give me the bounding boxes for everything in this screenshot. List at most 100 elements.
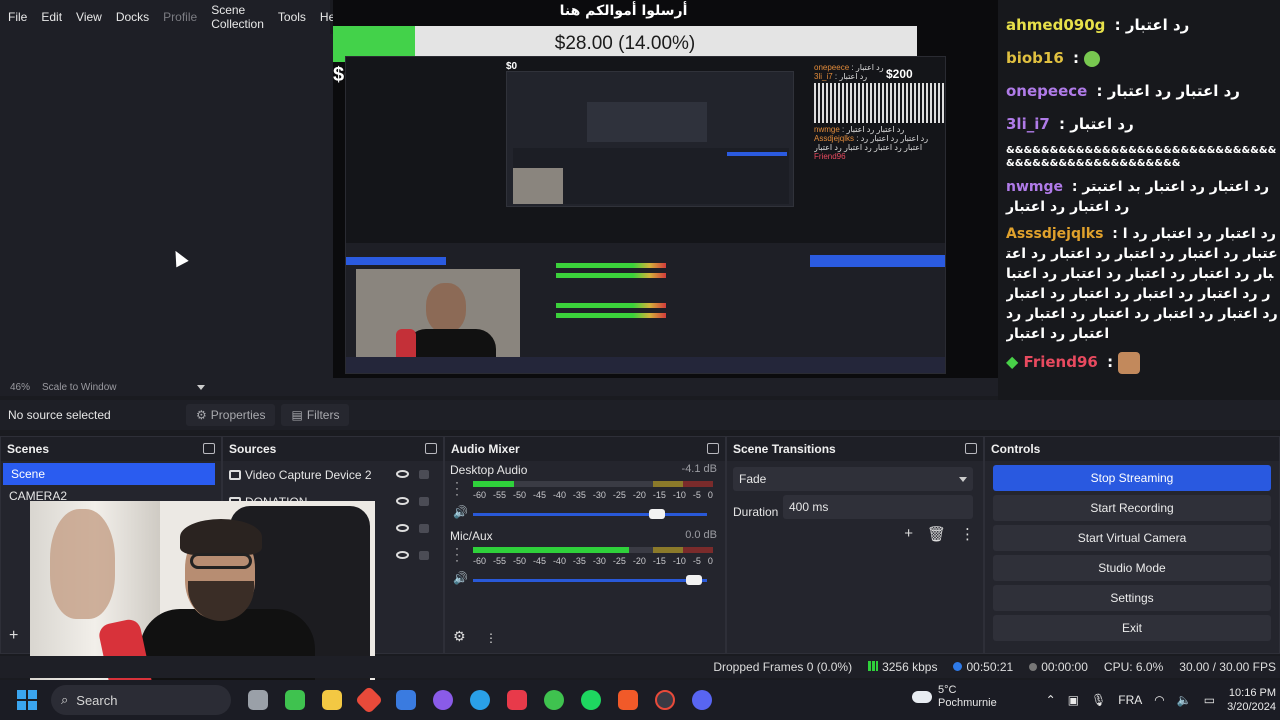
task-view-icon[interactable] xyxy=(248,690,268,710)
start-recording-button[interactable]: Start Recording xyxy=(993,495,1271,521)
bitrate: 3256 kbps xyxy=(882,660,938,674)
wps-icon[interactable] xyxy=(507,690,527,710)
duration-input[interactable]: 400 ms xyxy=(783,495,973,519)
kebab-menu-icon[interactable]: · · · xyxy=(455,542,459,566)
menu-edit[interactable]: Edit xyxy=(41,10,62,24)
lock-icon[interactable] xyxy=(419,470,429,479)
tick-label: -40 xyxy=(552,490,566,500)
chevron-up-icon[interactable]: ⌃ xyxy=(1046,693,1056,707)
duration-label: Duration xyxy=(733,505,779,519)
add-scene-icon[interactable]: + xyxy=(9,627,18,645)
microphone-tray-icon[interactable]: 🎙 xyxy=(1091,693,1106,707)
tick-label: -60 xyxy=(473,556,487,566)
edge-icon[interactable] xyxy=(470,690,490,710)
volume-slider[interactable] xyxy=(473,509,707,519)
menu-profile[interactable]: Profile xyxy=(163,10,197,24)
meter-yellow xyxy=(653,547,683,553)
settings-button[interactable]: Settings xyxy=(993,585,1271,611)
system-tray: ⌃ ▣ 🎙 FRA ◠ 🔈 ▭ 10:16 PM 3/20/2024 xyxy=(1046,680,1280,720)
kebab-menu-icon[interactable]: · · · xyxy=(455,476,459,500)
file-explorer-icon[interactable] xyxy=(322,690,342,710)
menu-file[interactable]: File xyxy=(8,10,27,24)
chevron-down-icon[interactable] xyxy=(196,384,205,390)
discord-icon[interactable] xyxy=(692,690,712,710)
mixer-settings-icon[interactable]: ⚙ xyxy=(453,628,466,645)
kebab-menu-icon[interactable]: ⋮ xyxy=(960,525,975,543)
meter-red xyxy=(683,481,713,487)
chat-username: Asssdjejqlks xyxy=(1006,226,1104,242)
tick-label: -55 xyxy=(492,556,506,566)
transition-select[interactable]: Fade xyxy=(733,467,973,491)
chevron-down-icon xyxy=(959,477,967,482)
wifi-icon[interactable]: ◠ xyxy=(1154,693,1164,707)
volume-icon[interactable]: 🔈 xyxy=(1177,693,1192,707)
add-transition-icon[interactable]: + xyxy=(904,525,913,543)
volume-knob[interactable] xyxy=(648,509,665,519)
no-source-label: No source selected xyxy=(8,408,111,422)
undock-icon[interactable] xyxy=(203,443,215,454)
studio-mode-button[interactable]: Studio Mode xyxy=(993,555,1271,581)
filters-button[interactable]: ▤ Filters xyxy=(281,404,350,426)
volume-knob[interactable] xyxy=(686,575,703,585)
windows-start-icon[interactable] xyxy=(17,690,37,710)
eye-icon[interactable] xyxy=(396,497,409,505)
properties-button[interactable]: ⚙ Properties xyxy=(186,404,276,426)
clock[interactable]: 10:16 PM 3/20/2024 xyxy=(1227,686,1276,714)
tick-label: -20 xyxy=(632,490,646,500)
taskbar-search[interactable]: ⌕ Search xyxy=(51,685,231,715)
start-virtual-camera-button[interactable]: Start Virtual Camera xyxy=(993,525,1271,551)
exit-button[interactable]: Exit xyxy=(993,615,1271,641)
menu-view[interactable]: View xyxy=(76,10,102,24)
chat-message: &&&&&&&&&&&&&&&&&&&&&&&&&&&&&&&&&&&&&&&&… xyxy=(1006,145,1277,169)
mixer-dock-title: Audio Mixer xyxy=(445,437,725,461)
menu-tools[interactable]: Tools xyxy=(278,10,306,24)
nested-chat-text: : رد اعتبار xyxy=(832,72,868,81)
battery-icon[interactable]: ▭ xyxy=(1204,693,1215,707)
app-icon[interactable] xyxy=(354,685,384,715)
scene-item-scene[interactable]: Scene xyxy=(3,463,215,485)
speaker-icon[interactable]: 🔊 xyxy=(453,505,468,519)
lock-icon[interactable] xyxy=(419,551,429,560)
eye-icon[interactable] xyxy=(396,524,409,532)
speaker-icon[interactable]: 🔊 xyxy=(453,571,468,585)
chat-message: 3li_i7 : رد اعتبار xyxy=(1006,115,1134,133)
tray-app-icon[interactable]: ▣ xyxy=(1068,693,1079,707)
controls-dock: Controls Stop Streaming Start Recording … xyxy=(984,436,1280,654)
xbox-icon[interactable] xyxy=(285,690,305,710)
nested-chat-text: : رد اعتبار xyxy=(849,63,884,72)
undock-icon[interactable] xyxy=(707,443,719,454)
preview-empty-area[interactable] xyxy=(0,34,333,378)
source-item-video-capture[interactable]: Video Capture Device 2 xyxy=(223,461,443,488)
channel-name: Desktop Audio xyxy=(450,463,528,477)
tick-label: 0 xyxy=(707,556,713,566)
tick-label: -35 xyxy=(572,556,586,566)
volume-slider[interactable] xyxy=(473,575,707,585)
meter-red xyxy=(683,547,713,553)
tick-label: -15 xyxy=(652,556,666,566)
obs-icon[interactable] xyxy=(655,690,675,710)
menu-scene-collection[interactable]: Scene Collection xyxy=(211,3,264,31)
game-app-icon[interactable] xyxy=(544,690,564,710)
spotify-icon[interactable] xyxy=(581,690,601,710)
brave-icon[interactable] xyxy=(618,690,638,710)
chat-text: رد اعتبار xyxy=(1125,16,1190,34)
weather-widget[interactable]: 5°C Pochmurnie xyxy=(912,684,997,710)
messenger-icon[interactable] xyxy=(433,690,453,710)
eye-icon[interactable] xyxy=(396,551,409,559)
store-icon[interactable] xyxy=(396,690,416,710)
scale-mode-select[interactable]: Scale to Window xyxy=(42,382,116,393)
stop-streaming-button[interactable]: Stop Streaming xyxy=(993,465,1271,491)
mixer-menu-icon[interactable]: ⋮ xyxy=(485,631,497,645)
menu-bar: File Edit View Docks Profile Scene Colle… xyxy=(0,0,345,34)
undock-icon[interactable] xyxy=(965,443,977,454)
nested-chat-user: Assdjejqlks xyxy=(814,134,855,143)
mixer-title: Audio Mixer xyxy=(451,442,520,456)
lock-icon[interactable] xyxy=(419,497,429,506)
preview-canvas[interactable]: أرسلوا أموالكم هنا $28.00 (14.00%) $0 $0… xyxy=(333,0,998,378)
lock-icon[interactable] xyxy=(419,524,429,533)
eye-icon[interactable] xyxy=(396,470,409,478)
language-indicator[interactable]: FRA xyxy=(1118,693,1142,707)
undock-icon[interactable] xyxy=(425,443,437,454)
menu-docks[interactable]: Docks xyxy=(116,10,149,24)
trash-icon[interactable]: 🗑 xyxy=(927,525,946,543)
